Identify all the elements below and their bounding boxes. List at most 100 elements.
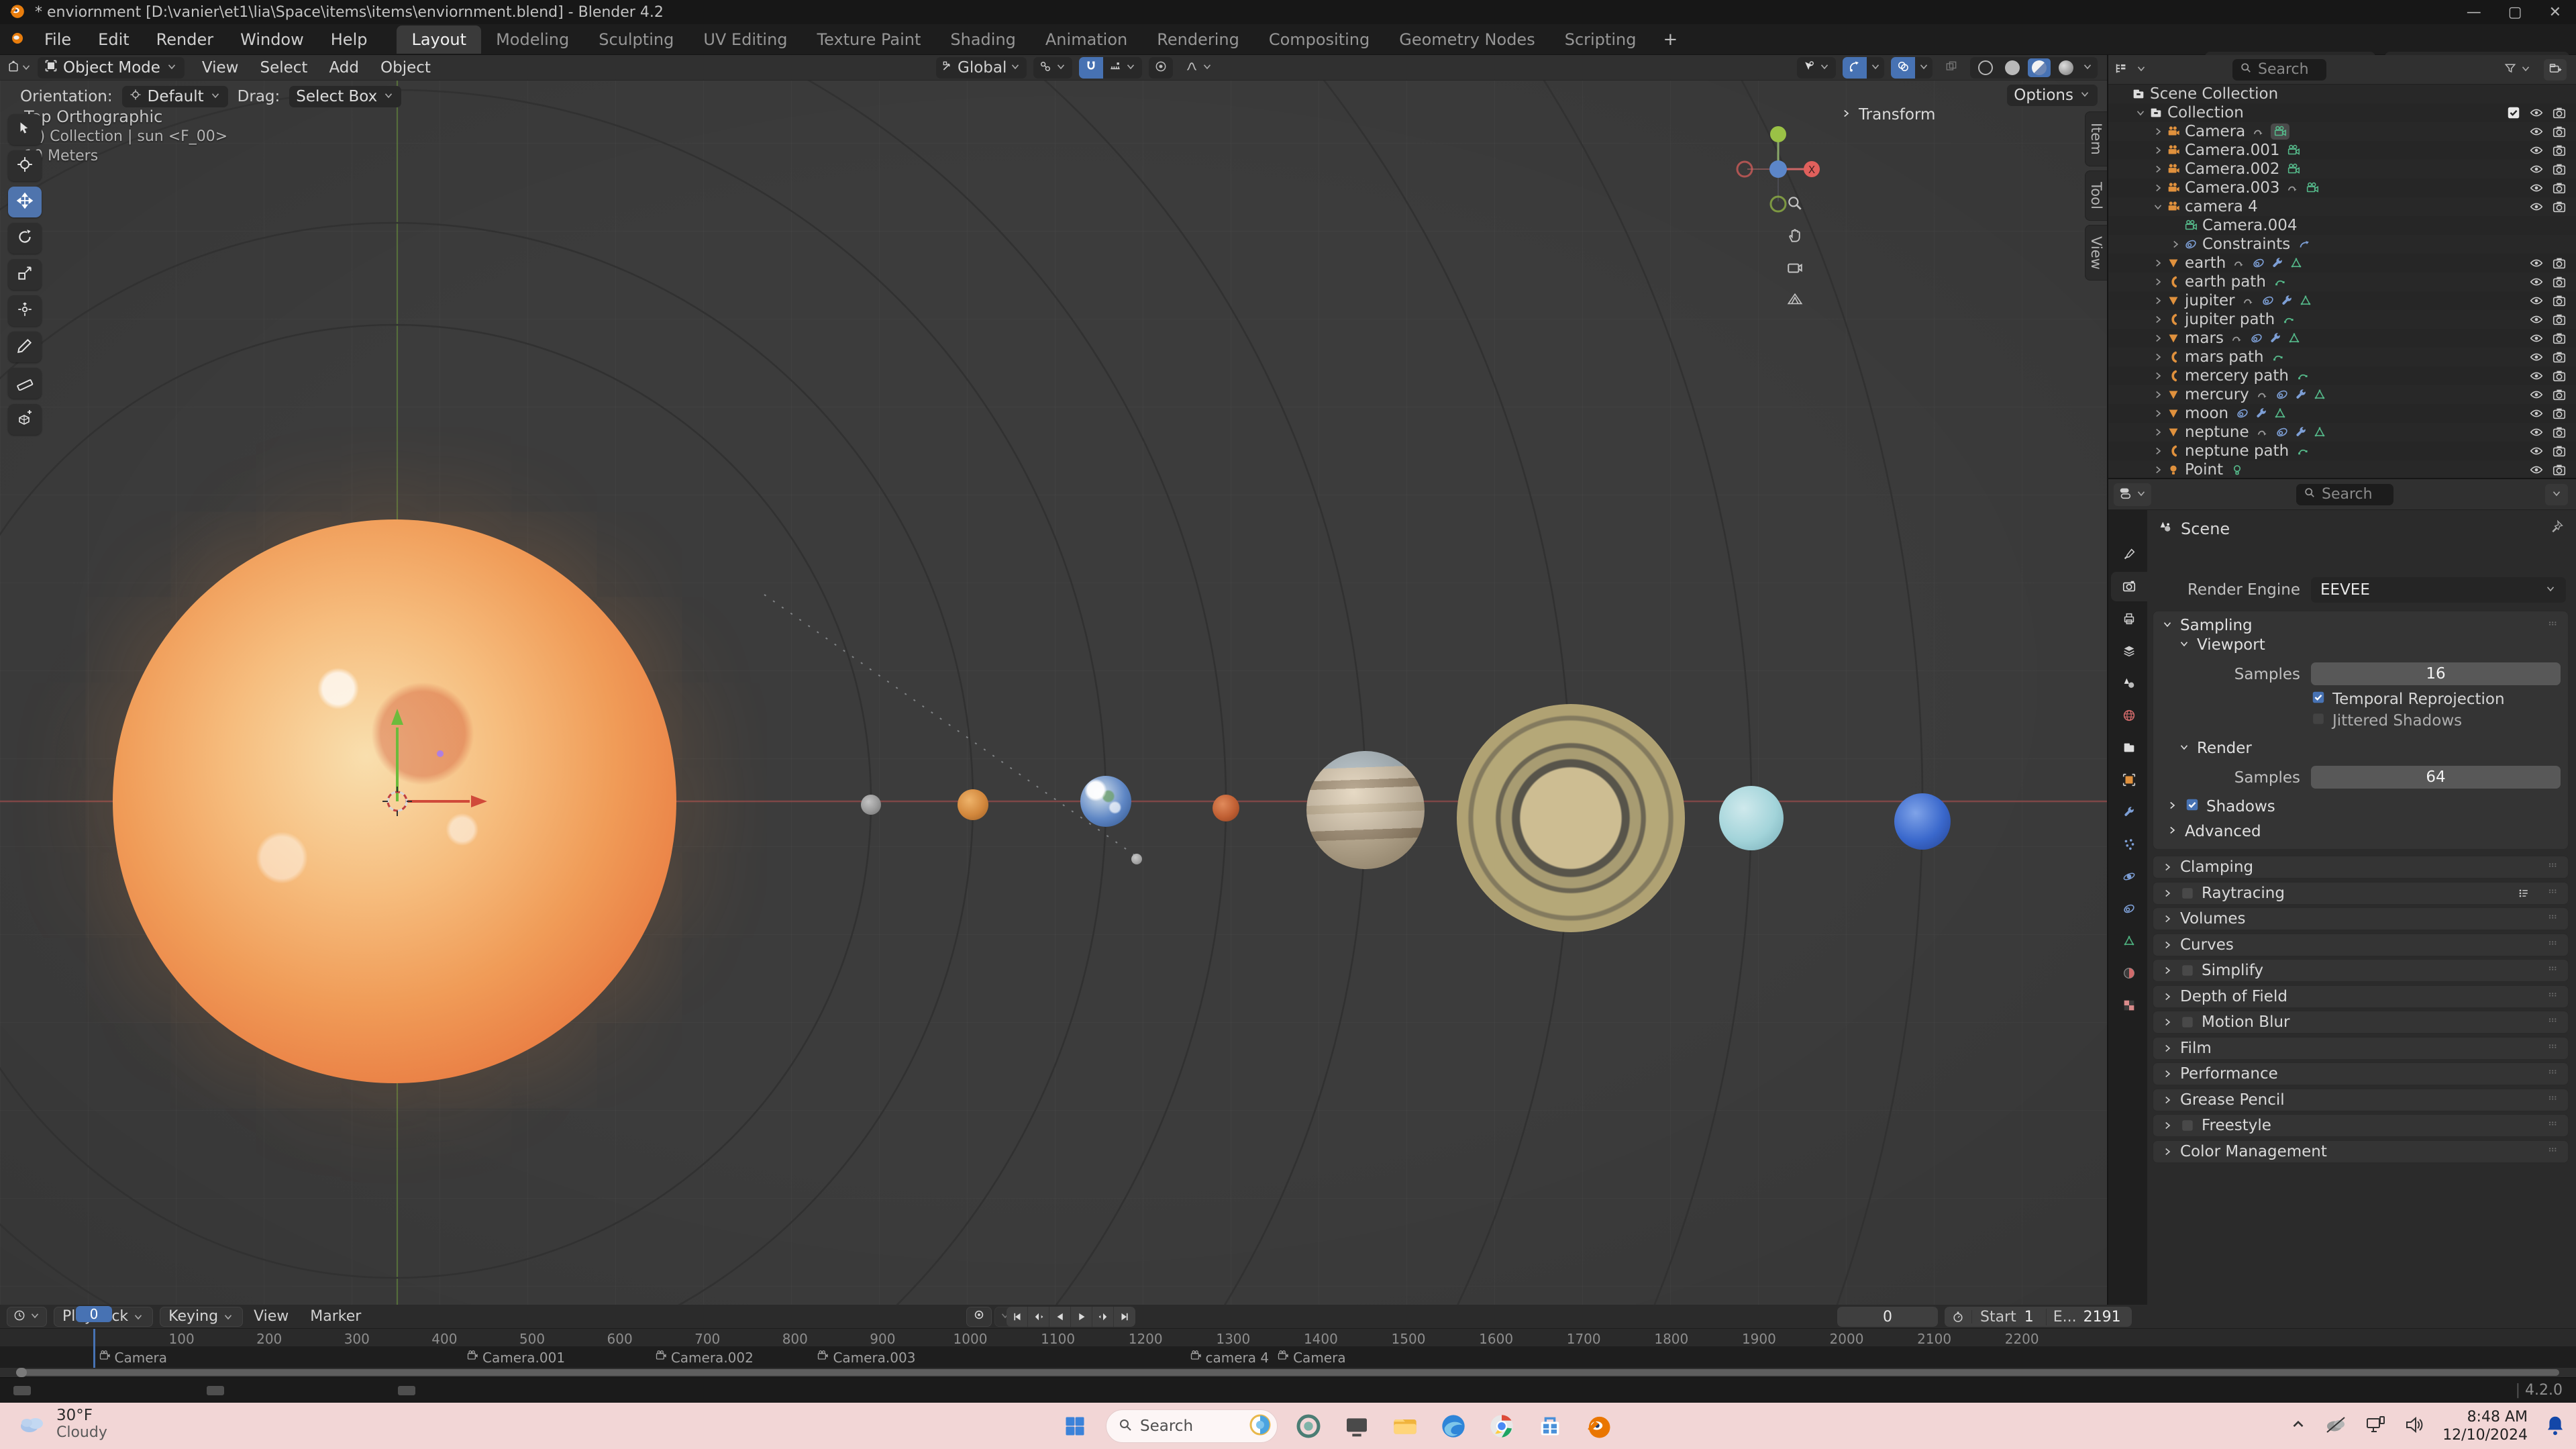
outliner-row-earth[interactable]: earth: [2108, 254, 2576, 272]
chevron-right-icon[interactable]: [2150, 295, 2166, 307]
chevron-right-icon[interactable]: [2150, 389, 2166, 401]
timeline-marker-camera-001[interactable]: Camera.001: [466, 1349, 565, 1366]
hide-viewport-eye-icon[interactable]: [2529, 181, 2544, 195]
clock-widget[interactable]: 8:48 AM 12/10/2024: [2442, 1408, 2528, 1444]
perspective-grid-icon[interactable]: [1786, 291, 1804, 311]
panel-grip-icon[interactable]: [2546, 1040, 2560, 1057]
outliner-row-scene-collection[interactable]: Scene Collection: [2108, 85, 2576, 103]
start-frame-value[interactable]: 1: [2024, 1309, 2047, 1326]
timeline-marker-camera-003[interactable]: Camera.003: [817, 1349, 915, 1366]
outliner-row-mercury[interactable]: mercury: [2108, 385, 2576, 404]
overlays-dropdown[interactable]: [1915, 57, 1933, 79]
hide-viewport-eye-icon[interactable]: [2529, 293, 2544, 308]
workspace-tab-texture-paint[interactable]: Texture Paint: [803, 26, 936, 54]
chevron-right-icon[interactable]: [2150, 464, 2166, 476]
properties-tab-material[interactable]: [2111, 958, 2147, 988]
workspace-tab-sculpting[interactable]: Sculpting: [584, 26, 688, 54]
panel-grip-icon[interactable]: [2546, 858, 2560, 876]
pin-icon[interactable]: [2551, 519, 2564, 536]
playhead[interactable]: 0: [76, 1306, 112, 1322]
disable-render-camera-icon[interactable]: [2552, 312, 2567, 327]
outliner-row-neptune[interactable]: neptune: [2108, 423, 2576, 442]
panel-grip-icon[interactable]: [2546, 988, 2560, 1005]
menu-render[interactable]: Render: [146, 28, 224, 52]
panel-color-management[interactable]: Color Management: [2153, 1140, 2569, 1163]
xray-toggle[interactable]: [1939, 57, 1963, 79]
disable-render-camera-icon[interactable]: [2552, 406, 2567, 421]
chevron-right-icon[interactable]: [2150, 370, 2166, 382]
checkbox-unchecked-icon[interactable]: [2180, 1118, 2195, 1133]
timeline-keying-dropdown[interactable]: Keying: [160, 1307, 243, 1327]
outliner-row-earth-path[interactable]: earth path: [2108, 272, 2576, 291]
hide-viewport-eye-icon[interactable]: [2529, 350, 2544, 364]
tool-annotate-button[interactable]: [8, 332, 42, 362]
tool-measure-button[interactable]: [8, 368, 42, 399]
snap-toggle[interactable]: [1079, 57, 1103, 79]
disable-render-camera-icon[interactable]: [2552, 181, 2567, 195]
jump-to-start-button[interactable]: [1007, 1307, 1028, 1327]
sampling-header[interactable]: Sampling: [2153, 611, 2568, 640]
chevron-right-icon[interactable]: [2150, 351, 2166, 363]
panel-grip-icon[interactable]: [2546, 1117, 2560, 1134]
panel-grip-icon[interactable]: [2546, 1013, 2560, 1031]
falloff-selector[interactable]: [1180, 57, 1219, 79]
hide-viewport-eye-icon[interactable]: [2529, 162, 2544, 177]
disable-render-camera-icon[interactable]: [2552, 462, 2567, 477]
shadows-header[interactable]: Shadows: [2166, 797, 2275, 816]
hide-viewport-eye-icon[interactable]: [2529, 387, 2544, 402]
properties-tab-scene[interactable]: [2111, 668, 2147, 698]
properties-tab-view-layer[interactable]: [2111, 636, 2147, 666]
workspace-tab-scripting[interactable]: Scripting: [1550, 26, 1651, 54]
outliner-row-camera-004[interactable]: Camera.004: [2108, 216, 2576, 235]
tool-move-button[interactable]: [8, 187, 42, 217]
panel-grip-icon[interactable]: [2546, 885, 2560, 902]
disable-render-camera-icon[interactable]: [2552, 387, 2567, 402]
camera-view-icon[interactable]: [1786, 259, 1804, 279]
outliner-row-camera[interactable]: Camera: [2108, 122, 2576, 141]
properties-tab-texture[interactable]: [2111, 991, 2147, 1020]
disable-render-camera-icon[interactable]: [2552, 293, 2567, 308]
outliner-row-constraints[interactable]: Constraints: [2108, 235, 2576, 254]
taskbar-search-input[interactable]: Search: [1106, 1409, 1278, 1443]
chevron-right-icon[interactable]: [2150, 407, 2166, 419]
chevron-right-icon[interactable]: [2150, 313, 2166, 326]
panel-grip-icon[interactable]: [2546, 617, 2560, 634]
splitter-handle[interactable]: [207, 1386, 224, 1395]
outliner-row-camera-002[interactable]: Camera.002: [2108, 160, 2576, 179]
chevron-right-icon[interactable]: [2150, 182, 2166, 194]
app-menu-icon[interactable]: [9, 30, 25, 49]
sidebar-tab-item[interactable]: Item: [2085, 111, 2107, 166]
mode-selector[interactable]: Object Mode: [38, 57, 185, 79]
timeline-ruler[interactable]: 1002003004005006007008009001000110012001…: [0, 1329, 2576, 1346]
checkbox-unchecked-icon[interactable]: [2311, 711, 2326, 730]
disable-render-camera-icon[interactable]: [2552, 162, 2567, 177]
tool-transform-button[interactable]: [8, 295, 42, 326]
workspace-tab-geometry-nodes[interactable]: Geometry Nodes: [1384, 26, 1549, 54]
workspace-tab-uv-editing[interactable]: UV Editing: [688, 26, 802, 54]
workspace-tab-rendering[interactable]: Rendering: [1142, 26, 1254, 54]
menu-edit[interactable]: Edit: [87, 28, 140, 52]
start-button[interactable]: [1058, 1409, 1092, 1444]
disable-render-camera-icon[interactable]: [2552, 368, 2567, 383]
panel-motion-blur[interactable]: Motion Blur: [2153, 1011, 2569, 1034]
panel-performance[interactable]: Performance: [2153, 1062, 2569, 1085]
panel-grip-icon[interactable]: [2546, 1065, 2560, 1083]
hide-viewport-eye-icon[interactable]: [2529, 368, 2544, 383]
properties-tab-physics[interactable]: [2111, 862, 2147, 891]
taskbar-app-store[interactable]: [1533, 1409, 1567, 1444]
render-engine-dropdown[interactable]: EEVEE: [2311, 577, 2566, 603]
chevron-down-icon[interactable]: [2150, 201, 2166, 213]
pan-hand-icon[interactable]: [1786, 227, 1804, 247]
properties-tab-constraints[interactable]: [2111, 894, 2147, 923]
disable-render-camera-icon[interactable]: [2552, 199, 2567, 214]
tray-chevron-icon[interactable]: [2289, 1416, 2307, 1436]
snap-settings[interactable]: [1103, 57, 1142, 79]
viewport-samples-field[interactable]: 16: [2311, 662, 2561, 685]
viewport-menu-object[interactable]: Object: [370, 59, 442, 77]
shading-solid-button[interactable]: [2001, 58, 2024, 77]
add-workspace-button[interactable]: +: [1651, 30, 1690, 50]
options-button[interactable]: Options: [2007, 85, 2098, 106]
properties-display-icon[interactable]: [2114, 483, 2151, 506]
minimize-button[interactable]: —: [2467, 4, 2481, 21]
properties-tab-render[interactable]: [2111, 572, 2147, 601]
